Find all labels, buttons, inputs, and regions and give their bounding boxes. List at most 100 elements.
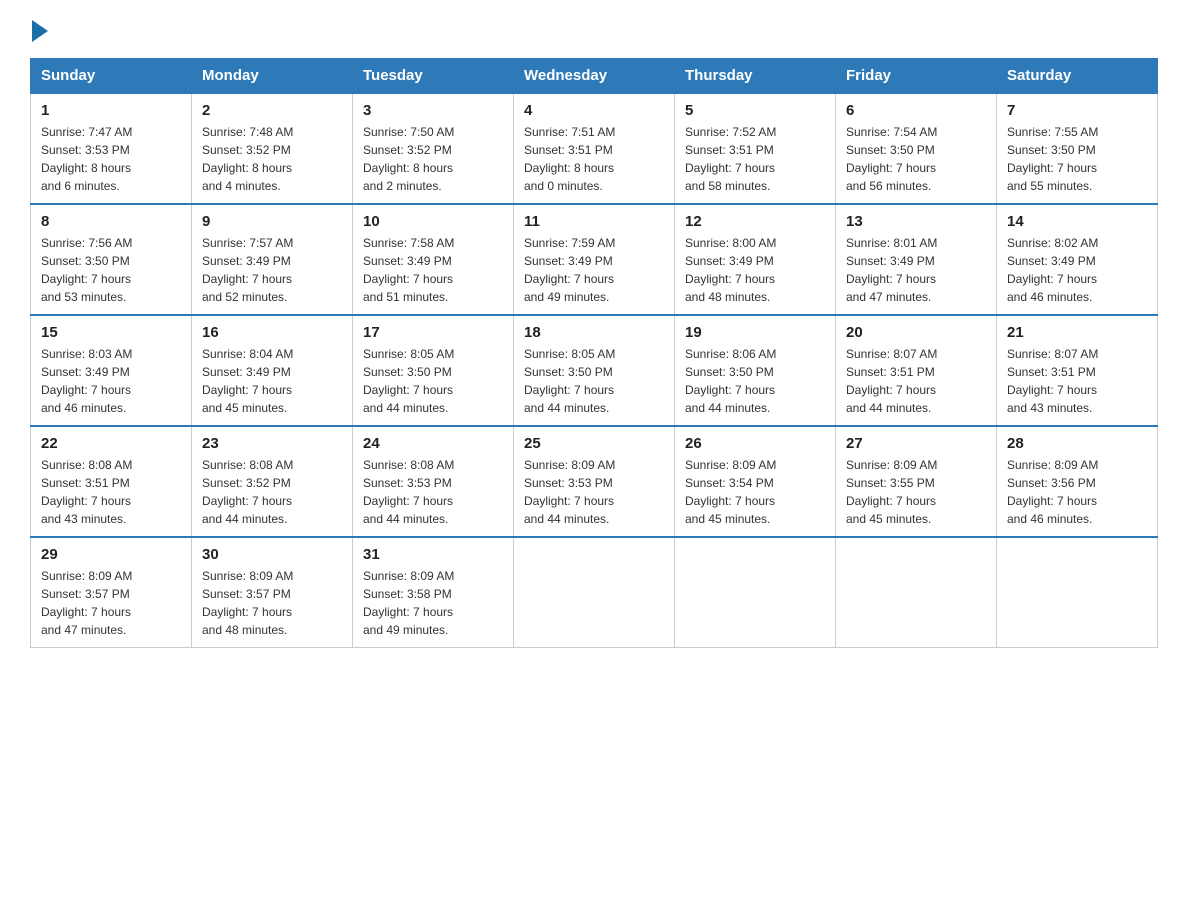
day-info: Sunrise: 8:02 AMSunset: 3:49 PMDaylight:…: [1007, 234, 1147, 306]
day-number: 25: [524, 435, 664, 452]
calendar-cell: 15 Sunrise: 8:03 AMSunset: 3:49 PMDaylig…: [31, 315, 192, 426]
day-info: Sunrise: 7:50 AMSunset: 3:52 PMDaylight:…: [363, 123, 503, 195]
day-number: 23: [202, 435, 342, 452]
calendar-cell: 17 Sunrise: 8:05 AMSunset: 3:50 PMDaylig…: [353, 315, 514, 426]
calendar-cell: 10 Sunrise: 7:58 AMSunset: 3:49 PMDaylig…: [353, 204, 514, 315]
day-number: 16: [202, 324, 342, 341]
logo: [30, 20, 48, 40]
header-friday: Friday: [836, 59, 997, 94]
calendar-cell: 25 Sunrise: 8:09 AMSunset: 3:53 PMDaylig…: [514, 426, 675, 537]
day-info: Sunrise: 8:00 AMSunset: 3:49 PMDaylight:…: [685, 234, 825, 306]
day-number: 4: [524, 102, 664, 119]
day-info: Sunrise: 7:47 AMSunset: 3:53 PMDaylight:…: [41, 123, 181, 195]
calendar-header-row: SundayMondayTuesdayWednesdayThursdayFrid…: [31, 59, 1158, 94]
calendar-cell: 2 Sunrise: 7:48 AMSunset: 3:52 PMDayligh…: [192, 93, 353, 204]
day-info: Sunrise: 7:52 AMSunset: 3:51 PMDaylight:…: [685, 123, 825, 195]
week-row-5: 29 Sunrise: 8:09 AMSunset: 3:57 PMDaylig…: [31, 537, 1158, 648]
calendar-cell: 5 Sunrise: 7:52 AMSunset: 3:51 PMDayligh…: [675, 93, 836, 204]
day-info: Sunrise: 8:08 AMSunset: 3:51 PMDaylight:…: [41, 456, 181, 528]
day-info: Sunrise: 8:09 AMSunset: 3:57 PMDaylight:…: [202, 567, 342, 639]
day-info: Sunrise: 8:09 AMSunset: 3:58 PMDaylight:…: [363, 567, 503, 639]
day-number: 22: [41, 435, 181, 452]
day-number: 8: [41, 213, 181, 230]
day-number: 3: [363, 102, 503, 119]
day-number: 19: [685, 324, 825, 341]
day-number: 1: [41, 102, 181, 119]
day-info: Sunrise: 8:09 AMSunset: 3:54 PMDaylight:…: [685, 456, 825, 528]
week-row-2: 8 Sunrise: 7:56 AMSunset: 3:50 PMDayligh…: [31, 204, 1158, 315]
day-number: 24: [363, 435, 503, 452]
day-info: Sunrise: 8:03 AMSunset: 3:49 PMDaylight:…: [41, 345, 181, 417]
day-info: Sunrise: 8:04 AMSunset: 3:49 PMDaylight:…: [202, 345, 342, 417]
day-number: 12: [685, 213, 825, 230]
header-monday: Monday: [192, 59, 353, 94]
day-info: Sunrise: 7:51 AMSunset: 3:51 PMDaylight:…: [524, 123, 664, 195]
day-number: 21: [1007, 324, 1147, 341]
day-number: 5: [685, 102, 825, 119]
calendar-cell: 27 Sunrise: 8:09 AMSunset: 3:55 PMDaylig…: [836, 426, 997, 537]
day-info: Sunrise: 8:09 AMSunset: 3:56 PMDaylight:…: [1007, 456, 1147, 528]
day-info: Sunrise: 8:09 AMSunset: 3:55 PMDaylight:…: [846, 456, 986, 528]
calendar-cell: 31 Sunrise: 8:09 AMSunset: 3:58 PMDaylig…: [353, 537, 514, 648]
calendar-table: SundayMondayTuesdayWednesdayThursdayFrid…: [30, 58, 1158, 648]
day-info: Sunrise: 7:48 AMSunset: 3:52 PMDaylight:…: [202, 123, 342, 195]
day-number: 27: [846, 435, 986, 452]
day-info: Sunrise: 8:08 AMSunset: 3:53 PMDaylight:…: [363, 456, 503, 528]
day-info: Sunrise: 8:09 AMSunset: 3:57 PMDaylight:…: [41, 567, 181, 639]
calendar-cell: 11 Sunrise: 7:59 AMSunset: 3:49 PMDaylig…: [514, 204, 675, 315]
header-sunday: Sunday: [31, 59, 192, 94]
week-row-4: 22 Sunrise: 8:08 AMSunset: 3:51 PMDaylig…: [31, 426, 1158, 537]
calendar-cell: 16 Sunrise: 8:04 AMSunset: 3:49 PMDaylig…: [192, 315, 353, 426]
day-number: 11: [524, 213, 664, 230]
day-info: Sunrise: 8:09 AMSunset: 3:53 PMDaylight:…: [524, 456, 664, 528]
day-info: Sunrise: 8:05 AMSunset: 3:50 PMDaylight:…: [524, 345, 664, 417]
calendar-cell: 6 Sunrise: 7:54 AMSunset: 3:50 PMDayligh…: [836, 93, 997, 204]
day-number: 15: [41, 324, 181, 341]
logo-triangle-icon: [32, 20, 48, 42]
day-number: 14: [1007, 213, 1147, 230]
calendar-cell: 4 Sunrise: 7:51 AMSunset: 3:51 PMDayligh…: [514, 93, 675, 204]
day-number: 18: [524, 324, 664, 341]
day-info: Sunrise: 7:54 AMSunset: 3:50 PMDaylight:…: [846, 123, 986, 195]
calendar-cell: [997, 537, 1158, 648]
calendar-cell: 14 Sunrise: 8:02 AMSunset: 3:49 PMDaylig…: [997, 204, 1158, 315]
day-number: 26: [685, 435, 825, 452]
day-number: 31: [363, 546, 503, 563]
day-info: Sunrise: 7:58 AMSunset: 3:49 PMDaylight:…: [363, 234, 503, 306]
day-info: Sunrise: 7:57 AMSunset: 3:49 PMDaylight:…: [202, 234, 342, 306]
day-info: Sunrise: 8:05 AMSunset: 3:50 PMDaylight:…: [363, 345, 503, 417]
calendar-cell: [675, 537, 836, 648]
day-info: Sunrise: 7:56 AMSunset: 3:50 PMDaylight:…: [41, 234, 181, 306]
day-number: 13: [846, 213, 986, 230]
week-row-1: 1 Sunrise: 7:47 AMSunset: 3:53 PMDayligh…: [31, 93, 1158, 204]
header-saturday: Saturday: [997, 59, 1158, 94]
day-number: 2: [202, 102, 342, 119]
header-wednesday: Wednesday: [514, 59, 675, 94]
calendar-cell: [836, 537, 997, 648]
day-number: 10: [363, 213, 503, 230]
day-number: 20: [846, 324, 986, 341]
calendar-cell: 12 Sunrise: 8:00 AMSunset: 3:49 PMDaylig…: [675, 204, 836, 315]
calendar-cell: 23 Sunrise: 8:08 AMSunset: 3:52 PMDaylig…: [192, 426, 353, 537]
day-number: 28: [1007, 435, 1147, 452]
day-number: 7: [1007, 102, 1147, 119]
day-number: 9: [202, 213, 342, 230]
calendar-cell: 13 Sunrise: 8:01 AMSunset: 3:49 PMDaylig…: [836, 204, 997, 315]
calendar-cell: 19 Sunrise: 8:06 AMSunset: 3:50 PMDaylig…: [675, 315, 836, 426]
calendar-cell: 3 Sunrise: 7:50 AMSunset: 3:52 PMDayligh…: [353, 93, 514, 204]
day-info: Sunrise: 8:08 AMSunset: 3:52 PMDaylight:…: [202, 456, 342, 528]
calendar-cell: 1 Sunrise: 7:47 AMSunset: 3:53 PMDayligh…: [31, 93, 192, 204]
day-info: Sunrise: 7:59 AMSunset: 3:49 PMDaylight:…: [524, 234, 664, 306]
calendar-cell: 24 Sunrise: 8:08 AMSunset: 3:53 PMDaylig…: [353, 426, 514, 537]
page-header: [30, 20, 1158, 40]
day-number: 29: [41, 546, 181, 563]
calendar-cell: 21 Sunrise: 8:07 AMSunset: 3:51 PMDaylig…: [997, 315, 1158, 426]
calendar-cell: 9 Sunrise: 7:57 AMSunset: 3:49 PMDayligh…: [192, 204, 353, 315]
header-thursday: Thursday: [675, 59, 836, 94]
calendar-cell: 7 Sunrise: 7:55 AMSunset: 3:50 PMDayligh…: [997, 93, 1158, 204]
day-info: Sunrise: 8:01 AMSunset: 3:49 PMDaylight:…: [846, 234, 986, 306]
calendar-cell: 29 Sunrise: 8:09 AMSunset: 3:57 PMDaylig…: [31, 537, 192, 648]
day-number: 6: [846, 102, 986, 119]
calendar-cell: 20 Sunrise: 8:07 AMSunset: 3:51 PMDaylig…: [836, 315, 997, 426]
header-tuesday: Tuesday: [353, 59, 514, 94]
